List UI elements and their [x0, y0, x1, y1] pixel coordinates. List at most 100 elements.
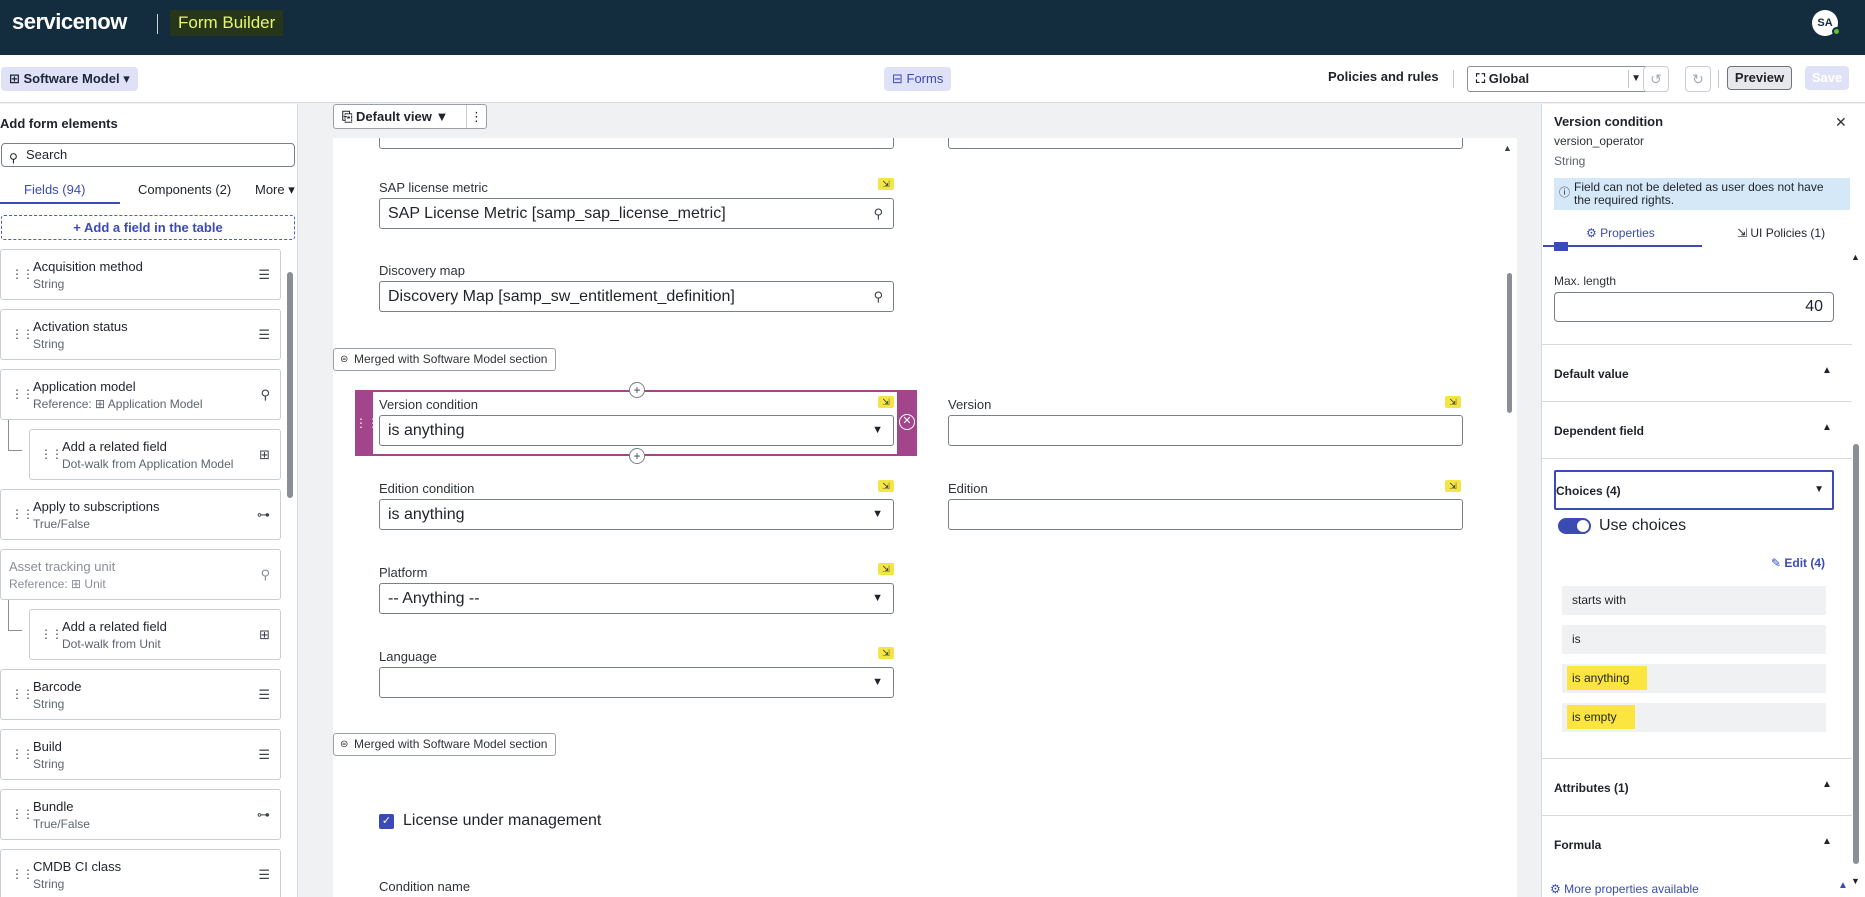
- servicenow-logo[interactable]: servicenow: [12, 9, 127, 35]
- merged-section-tag[interactable]: ⊜ Merged with Software Model section: [333, 733, 557, 756]
- add-field-button[interactable]: + Add a field in the table: [1, 215, 295, 240]
- license-checkbox[interactable]: ✓: [379, 814, 394, 829]
- merged-section-tag[interactable]: ⊜ Merged with Software Model section: [333, 348, 557, 371]
- policy-flag-icon[interactable]: ⇲: [878, 563, 894, 575]
- policy-flag-icon[interactable]: ⇲: [878, 480, 894, 492]
- sap-license-field[interactable]: SAP License Metric [samp_sap_license_met…: [379, 198, 894, 229]
- formula-section[interactable]: Formula ▲: [1542, 815, 1852, 872]
- scope-select[interactable]: ⛶ Global ▼: [1467, 66, 1650, 92]
- add-above-icon[interactable]: +: [629, 382, 645, 398]
- version-field[interactable]: [948, 415, 1463, 446]
- forms-button[interactable]: ⊟ Forms: [884, 67, 952, 91]
- field-label: Add a related field: [62, 619, 167, 634]
- drag-handle-icon[interactable]: ⋮⋮: [11, 507, 34, 521]
- drag-handle-icon[interactable]: ⋮⋮: [11, 807, 34, 821]
- default-value-section[interactable]: Default value ▲: [1542, 344, 1852, 401]
- close-icon[interactable]: ✕: [1835, 114, 1847, 131]
- table-selector-label: Software Model: [23, 71, 120, 86]
- undo-icon: ↺: [1650, 71, 1662, 87]
- remove-icon[interactable]: ✕: [899, 414, 915, 430]
- undo-button[interactable]: ↺: [1643, 66, 1669, 92]
- redo-button[interactable]: ↻: [1685, 66, 1711, 92]
- related-field-card[interactable]: ⋮⋮ Add a related field Dot-walk from App…: [29, 429, 281, 480]
- scope-icon: ⛶: [1476, 71, 1489, 86]
- max-length-input[interactable]: 40: [1554, 292, 1834, 322]
- choice-label: starts with: [1572, 593, 1627, 607]
- attributes-section[interactable]: Attributes (1) ▲: [1542, 758, 1852, 815]
- tab-properties[interactable]: ⚙ Properties: [1586, 226, 1655, 240]
- drag-handle-icon[interactable]: ⋮⋮: [40, 627, 63, 641]
- cut-off-field[interactable]: [948, 138, 1463, 149]
- more-properties-link[interactable]: ⚙ More properties available: [1550, 882, 1699, 896]
- search-input[interactable]: ⚲ Search: [1, 143, 295, 167]
- tab-components[interactable]: Components (2): [138, 182, 231, 197]
- drag-handle-icon[interactable]: ⋮⋮: [40, 447, 63, 461]
- scroll-up-icon[interactable]: ▲: [1503, 143, 1512, 153]
- tab-fields[interactable]: Fields (94): [24, 182, 85, 197]
- view-more-icon[interactable]: ⋮: [466, 105, 486, 128]
- policy-flag-icon[interactable]: ⇲: [878, 647, 894, 659]
- field-label: Apply to subscriptions: [33, 499, 160, 514]
- field-card[interactable]: ⋮⋮ Barcode String ☰: [0, 669, 281, 720]
- tab-ui-policies[interactable]: ⇲ UI Policies (1): [1737, 226, 1825, 240]
- related-field-card[interactable]: ⋮⋮ Add a related field Dot-walk from Uni…: [29, 609, 281, 660]
- toolbar-divider: [1453, 70, 1454, 88]
- tree-connector: [8, 600, 22, 631]
- drag-handle-icon[interactable]: ⋮⋮: [11, 747, 34, 761]
- field-card[interactable]: ⋮⋮ CMDB CI class String ☰: [0, 849, 281, 897]
- scroll-up-icon[interactable]: ▲: [1851, 252, 1860, 262]
- field-card[interactable]: ⋮⋮ Build String ☰: [0, 729, 281, 780]
- discovery-map-field[interactable]: Discovery Map [samp_sw_entitlement_defin…: [379, 281, 894, 312]
- cut-off-field[interactable]: [379, 138, 894, 149]
- sap-license-value: SAP License Metric [samp_sap_license_met…: [388, 205, 726, 222]
- field-card[interactable]: ⋮⋮ Activation status String ☰: [0, 309, 281, 360]
- drag-handle-icon[interactable]: ⋮⋮: [11, 687, 34, 701]
- section-label: Choices (4): [1556, 484, 1621, 498]
- policy-flag-icon[interactable]: ⇲: [878, 396, 894, 408]
- choice-label: is anything: [1567, 666, 1648, 690]
- canvas-scrollbar-thumb[interactable]: [1507, 273, 1512, 413]
- edit-choices-link[interactable]: ✎ Edit (4): [1771, 556, 1825, 570]
- version-condition-select[interactable]: is anything ▼: [379, 415, 894, 446]
- logo-divider: [157, 14, 158, 34]
- policy-flag-icon[interactable]: ⇲: [878, 178, 894, 190]
- tab-more[interactable]: More ▾: [255, 182, 295, 198]
- condition-name-label: Condition name: [379, 879, 471, 894]
- platform-select[interactable]: -- Anything -- ▼: [379, 583, 894, 614]
- canvas-scrollbar[interactable]: [1505, 140, 1513, 897]
- panel-title: Add form elements: [0, 116, 118, 131]
- edition-field[interactable]: [948, 499, 1463, 530]
- field-card[interactable]: ⋮⋮ Application model Reference: ⊞ Applic…: [0, 369, 281, 420]
- redo-icon: ↻: [1692, 71, 1704, 87]
- more-properties-label: More properties available: [1564, 882, 1699, 896]
- field-card[interactable]: ⋮⋮ Acquisition method String ☰: [0, 249, 281, 300]
- drag-handle-icon[interactable]: ⋮⋮: [11, 867, 34, 881]
- drag-handle-icon[interactable]: ⋮⋮: [355, 390, 379, 456]
- field-label: Application model: [33, 379, 136, 394]
- drag-handle-icon[interactable]: ⋮⋮: [11, 387, 34, 401]
- edition-condition-select[interactable]: is anything ▼: [379, 499, 894, 530]
- search-icon[interactable]: ⚲: [873, 282, 883, 311]
- scroll-down-icon[interactable]: ▼: [1851, 876, 1860, 886]
- drag-handle-icon[interactable]: ⋮⋮: [11, 327, 34, 341]
- left-scrollbar-thumb[interactable]: [287, 272, 293, 498]
- active-checkbox-partial[interactable]: [1554, 242, 1568, 251]
- preview-button[interactable]: Preview: [1727, 66, 1792, 90]
- table-icon: ⊞: [9, 71, 24, 86]
- add-below-icon[interactable]: +: [629, 448, 645, 464]
- policy-flag-icon[interactable]: ⇲: [1445, 480, 1461, 492]
- view-select[interactable]: ⎘ Default view ▼: [333, 104, 487, 129]
- drag-handle-icon[interactable]: ⋮⋮: [11, 267, 34, 281]
- policy-flag-icon[interactable]: ⇲: [1445, 396, 1461, 408]
- field-card[interactable]: ⋮⋮ Bundle True/False ⊶: [0, 789, 281, 840]
- chevron-down-icon: ▼: [1814, 484, 1824, 495]
- right-scrollbar-thumb[interactable]: [1853, 444, 1859, 864]
- choices-section[interactable]: Choices (4) ▼: [1554, 470, 1834, 510]
- search-icon[interactable]: ⚲: [873, 199, 883, 228]
- policies-rules-link[interactable]: Policies and rules: [1328, 69, 1439, 84]
- field-card[interactable]: ⋮⋮ Apply to subscriptions True/False ⊶: [0, 489, 281, 540]
- dependent-field-section[interactable]: Dependent field ▲: [1542, 401, 1852, 458]
- table-selector[interactable]: ⊞ Software Model ▾: [1, 67, 138, 91]
- language-select[interactable]: ▼: [379, 667, 894, 698]
- save-button[interactable]: Save: [1805, 66, 1849, 90]
